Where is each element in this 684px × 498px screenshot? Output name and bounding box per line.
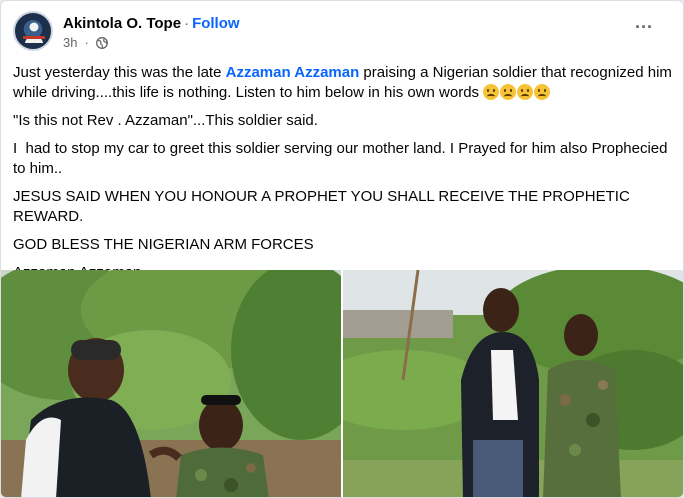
sad-face-emoji — [500, 84, 517, 100]
post-meta: 3h · — [63, 35, 108, 50]
author-row: Akintola O. Tope · Follow — [63, 15, 240, 32]
avatar-figure-icon — [23, 22, 45, 43]
post-time[interactable]: 3h — [63, 35, 77, 50]
globe-icon — [95, 36, 108, 49]
post-paragraph-4: JESUS SAID WHEN YOU HONOUR A PROPHET YOU… — [13, 188, 630, 225]
sad-face-emoji — [483, 84, 500, 100]
post-card: Akintola O. Tope · Follow 3h · ··· Just ye… — [0, 0, 684, 498]
follow-button[interactable]: Follow — [192, 15, 240, 32]
sad-face-emoji — [534, 84, 551, 100]
post-body: Just yesterday this was the late Azzaman… — [13, 63, 673, 291]
more-options-icon[interactable]: ··· — [635, 18, 659, 36]
post-paragraph-2: "Is this not Rev . Azzaman"...This soldi… — [13, 112, 318, 129]
meta-separator: · — [84, 35, 89, 50]
mention-link[interactable]: Azzaman Azzaman — [226, 64, 360, 81]
name-separator: · — [184, 15, 190, 32]
post-paragraph-5: GOD BLESS THE NIGERIAN ARM FORCES — [13, 236, 314, 253]
photo-man-with-soldier-2[interactable] — [343, 270, 683, 497]
author-avatar[interactable] — [13, 11, 53, 51]
post-paragraph-1: Just yesterday this was the late Azzaman… — [13, 63, 673, 103]
sad-face-emoji — [517, 84, 534, 100]
post-paragraph-3: I had to stop my car to greet this soldi… — [13, 140, 672, 177]
photo-man-with-soldier-1[interactable] — [1, 270, 341, 497]
author-name[interactable]: Akintola O. Tope — [63, 15, 181, 32]
paragraph-text: Just yesterday this was the late — [13, 64, 226, 81]
post-header: Akintola O. Tope · Follow 3h · ··· — [13, 11, 673, 55]
